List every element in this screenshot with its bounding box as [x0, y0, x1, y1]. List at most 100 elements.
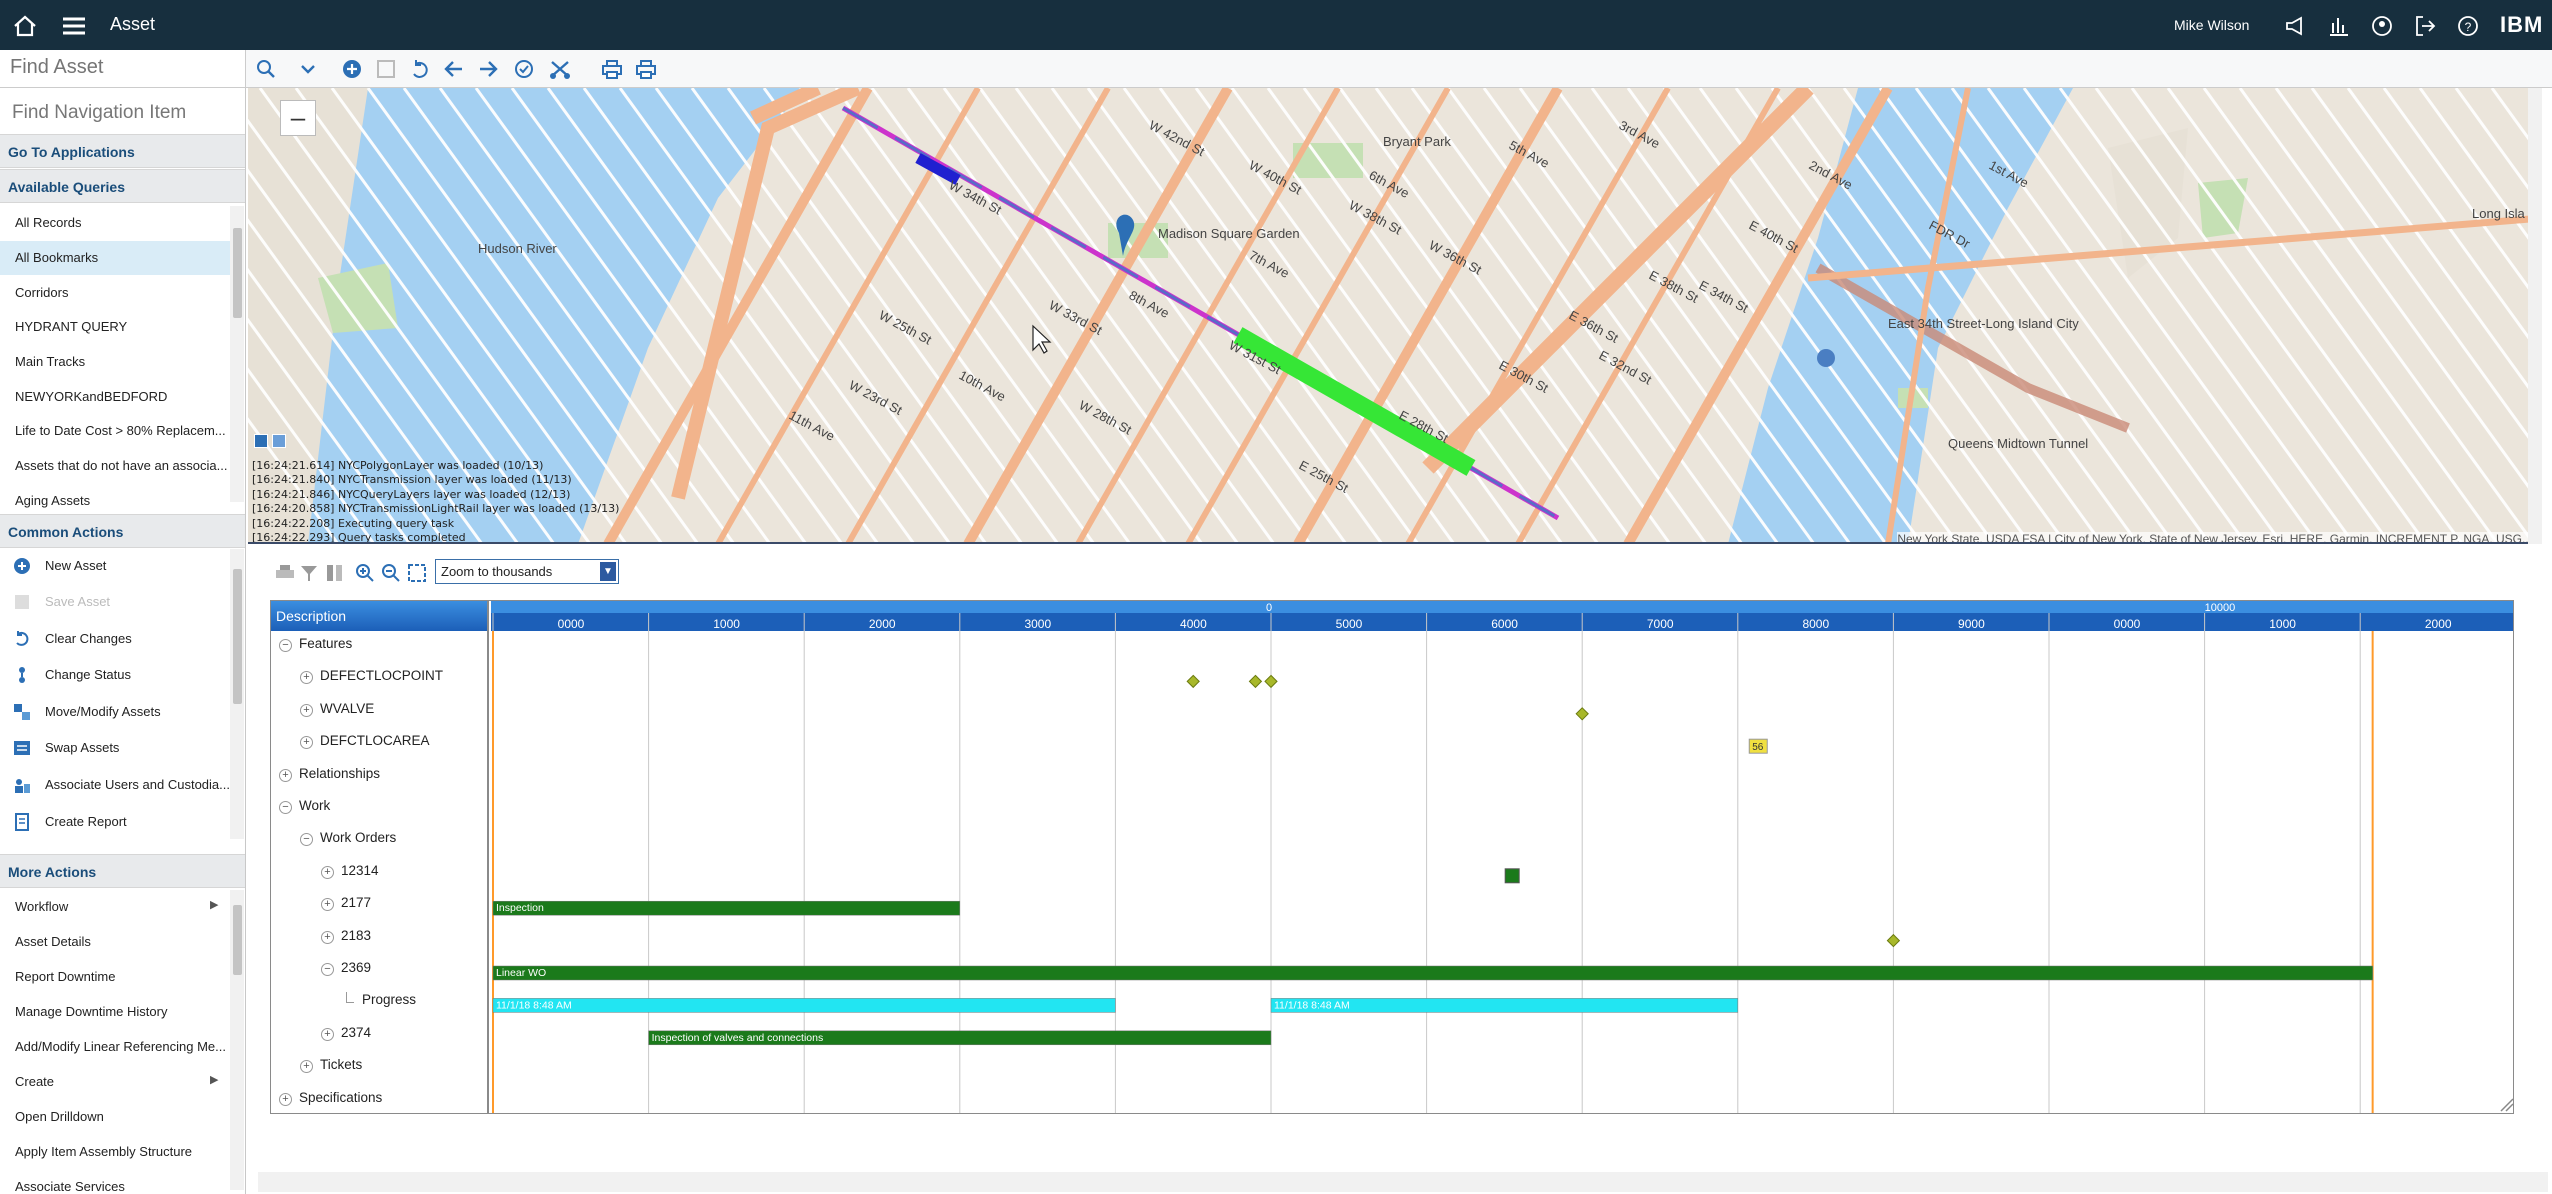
query-item[interactable]: Assets that do not have an associa...	[0, 449, 230, 483]
home-icon[interactable]	[12, 13, 38, 39]
layer-list-icon[interactable]	[272, 434, 286, 448]
more-action-item[interactable]: Open Drilldown	[0, 1100, 230, 1134]
user-name[interactable]: Mike Wilson	[2174, 17, 2249, 33]
help-icon[interactable]: ?	[2455, 13, 2481, 39]
feature-point-marker[interactable]	[1186, 674, 1200, 689]
tree-row-label[interactable]: Work Orders	[320, 830, 396, 845]
query-item[interactable]: Corridors	[0, 276, 230, 310]
create-report-action[interactable]: Create Report	[0, 805, 230, 839]
horizontal-scrollbar[interactable]	[258, 1172, 2548, 1192]
work-order-marker[interactable]	[1504, 868, 1520, 884]
more-action-item[interactable]: Associate Services	[0, 1170, 230, 1194]
expand-toggle[interactable]: +	[321, 865, 334, 879]
zoom-out-button[interactable]: –	[280, 100, 316, 136]
map-view[interactable]: Hudson RiverLong Isla CityMadison Square…	[248, 88, 2542, 544]
expand-toggle[interactable]: −	[279, 801, 292, 814]
resize-grip-icon[interactable]	[2500, 1098, 2513, 1112]
fit-icon[interactable]	[406, 562, 428, 584]
find-navigation-item[interactable]: Find Navigation Item	[12, 102, 186, 124]
queries-scrollbar[interactable]	[230, 206, 244, 502]
tree-row-label[interactable]: Features	[299, 636, 352, 651]
menu-icon[interactable]	[61, 13, 87, 39]
find-asset-input[interactable]	[0, 50, 236, 84]
expand-toggle[interactable]: +	[279, 1092, 292, 1106]
tree-row-label[interactable]: DEFECTLOCPOINT	[320, 668, 443, 683]
map-scrollbar[interactable]	[2528, 88, 2542, 544]
tree-row-label[interactable]: Relationships	[299, 766, 380, 781]
expand-toggle[interactable]: +	[300, 671, 313, 685]
expand-toggle[interactable]: −	[321, 963, 334, 976]
expand-toggle[interactable]: +	[300, 736, 313, 750]
print-all-icon[interactable]	[634, 58, 658, 80]
chevron-down-icon[interactable]	[296, 58, 320, 80]
swap-assets-action[interactable]: Swap Assets	[0, 731, 230, 765]
clear-changes-action[interactable]: Clear Changes	[0, 622, 230, 656]
announce-icon[interactable]	[2283, 13, 2309, 39]
expand-toggle[interactable]: +	[300, 1060, 313, 1074]
expand-toggle[interactable]: −	[279, 639, 292, 652]
new-record-icon[interactable]	[340, 58, 364, 80]
profile-icon[interactable]	[2369, 13, 2395, 39]
filter-icon[interactable]	[298, 562, 320, 584]
change-status-action[interactable]: Change Status	[0, 658, 230, 692]
more-action-item[interactable]: Apply Item Assembly Structure	[0, 1135, 230, 1169]
associate-users-action[interactable]: Associate Users and Custodia...	[0, 768, 230, 802]
feature-point-marker[interactable]	[1248, 674, 1263, 689]
gantt-bar[interactable]	[492, 900, 961, 916]
query-item[interactable]: Aging Assets	[0, 484, 230, 518]
next-icon[interactable]	[476, 58, 500, 80]
more-actions-scrollbar[interactable]	[230, 890, 244, 1190]
query-item[interactable]: Life to Date Cost > 80% Replacem...	[0, 414, 230, 448]
save-asset-action[interactable]: Save Asset	[0, 585, 230, 619]
query-item[interactable]: NEWYORKandBEDFORD	[0, 380, 230, 414]
layer-toggle-icon[interactable]	[254, 434, 268, 448]
expand-toggle[interactable]: −	[300, 833, 313, 847]
tools-icon[interactable]	[548, 58, 572, 80]
tree-row-label[interactable]: WVALVE	[320, 701, 374, 716]
zoom-in-icon[interactable]	[354, 562, 376, 584]
more-action-item[interactable]: Create	[0, 1065, 230, 1099]
tree-row-label[interactable]: 2374	[341, 1025, 371, 1040]
more-action-item[interactable]: Add/Modify Linear Referencing Me...	[0, 1030, 230, 1064]
new-asset-action[interactable]: New Asset	[0, 549, 230, 583]
zoom-level-select[interactable]: Zoom to thousands ▼	[435, 559, 619, 584]
move-modify-assets-action[interactable]: Move/Modify Assets	[0, 695, 230, 729]
query-item[interactable]: Main Tracks	[0, 345, 230, 379]
query-item[interactable]: All Bookmarks	[0, 241, 230, 275]
tree-row-label[interactable]: Progress	[362, 992, 416, 1007]
feature-point-marker[interactable]	[1264, 674, 1278, 689]
expand-toggle[interactable]: +	[300, 703, 313, 717]
query-item[interactable]: All Records	[0, 206, 230, 240]
logout-icon[interactable]	[2412, 13, 2438, 39]
tree-row-label[interactable]: DEFCTLOCAREA	[320, 733, 430, 748]
chart-icon[interactable]	[2326, 13, 2352, 39]
tree-row-label[interactable]: 2183	[341, 928, 371, 943]
go-to-applications[interactable]: Go To Applications	[0, 134, 245, 168]
expand-toggle[interactable]: +	[279, 768, 292, 782]
actions-scrollbar[interactable]	[230, 549, 244, 839]
save-icon[interactable]	[374, 58, 398, 80]
more-action-item[interactable]: Report Downtime	[0, 960, 230, 994]
tree-row-label[interactable]: 2177	[341, 895, 371, 910]
zoom-out-icon[interactable]	[380, 562, 402, 584]
tree-row-label[interactable]: Tickets	[320, 1057, 362, 1072]
gantt-chart[interactable]: 0000 1000 2000 3000 4000 5000 6000 7000 8000 9000…	[491, 601, 2514, 1113]
undo-icon[interactable]	[408, 58, 432, 80]
gantt-bar[interactable]	[492, 965, 2373, 981]
expand-toggle[interactable]: +	[321, 898, 334, 912]
more-action-item[interactable]: Asset Details	[0, 925, 230, 959]
columns-icon[interactable]	[324, 562, 346, 584]
tree-row-label[interactable]: 2369	[341, 960, 371, 975]
status-icon[interactable]	[512, 58, 536, 80]
previous-icon[interactable]	[442, 58, 466, 80]
more-action-item[interactable]: Workflow	[0, 890, 230, 924]
expand-toggle[interactable]: +	[321, 930, 334, 944]
query-item[interactable]: HYDRANT QUERY	[0, 310, 230, 344]
feature-point-marker[interactable]	[1575, 707, 1589, 721]
gantt-bar[interactable]	[492, 998, 1116, 1013]
tree-row-label[interactable]: Work	[299, 798, 330, 813]
print-icon[interactable]	[600, 58, 624, 80]
print-icon[interactable]	[274, 562, 296, 584]
search-icon[interactable]	[254, 58, 278, 80]
feature-point-marker[interactable]	[1886, 933, 1901, 948]
